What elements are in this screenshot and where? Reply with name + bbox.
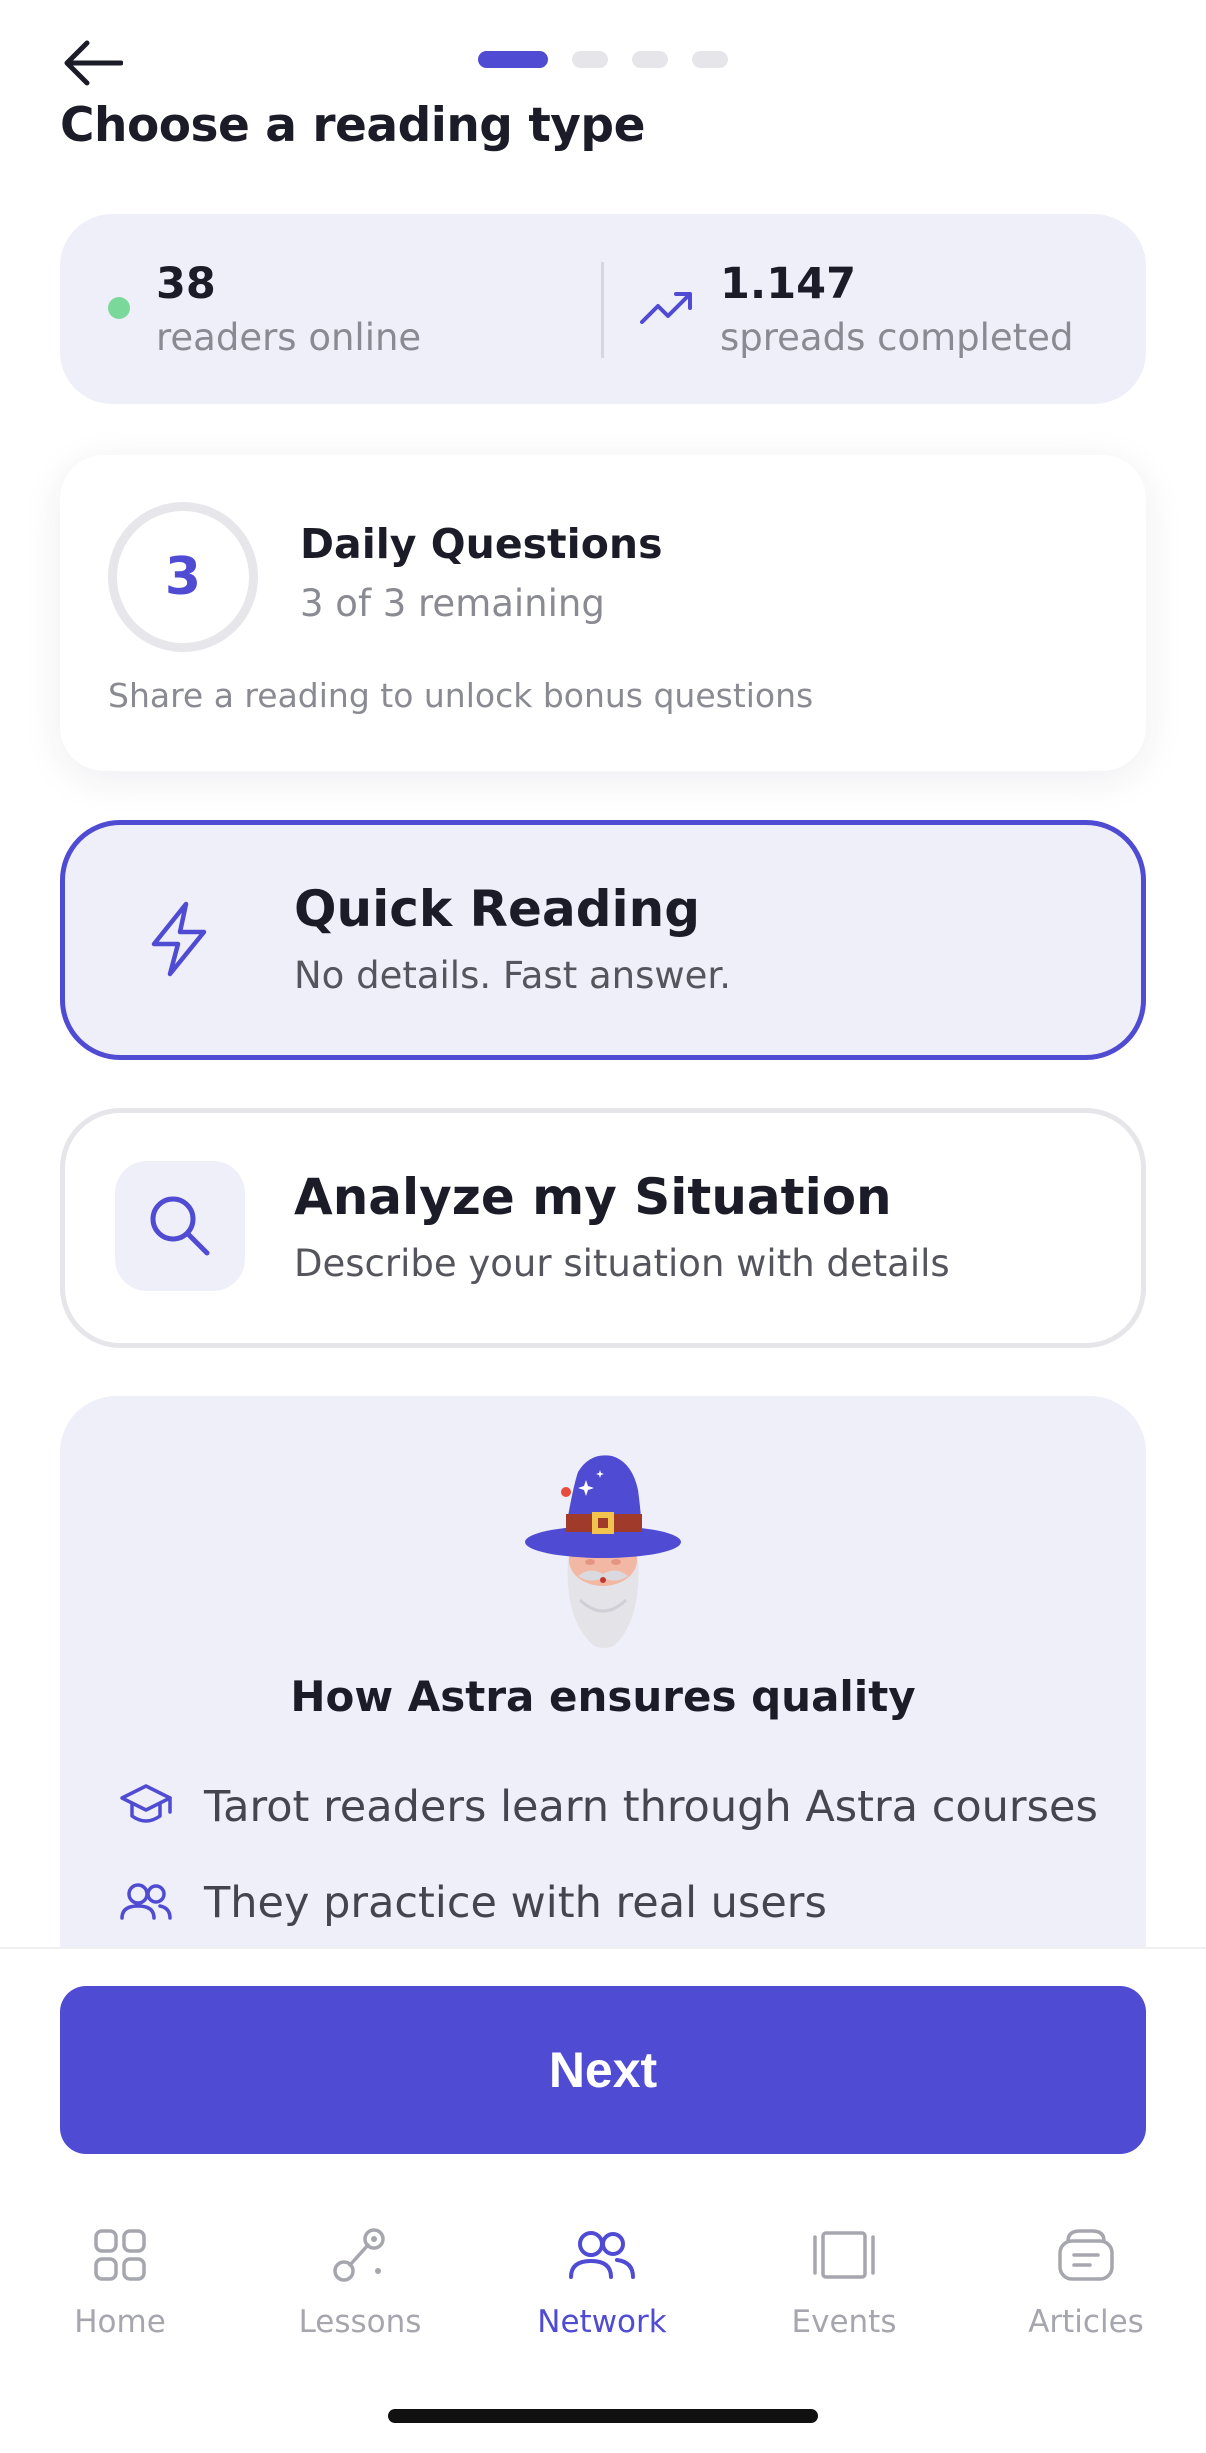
back-button[interactable] bbox=[60, 32, 126, 94]
events-icon bbox=[813, 2231, 875, 2279]
step-indicator bbox=[478, 51, 728, 68]
nav-label-articles: Articles bbox=[1028, 2304, 1144, 2340]
page-title: Choose a reading type bbox=[60, 98, 645, 153]
daily-questions-subtitle: 3 of 3 remaining bbox=[300, 582, 605, 625]
quick-reading-title: Quick Reading bbox=[294, 880, 701, 938]
nav-item-articles[interactable]: Articles bbox=[966, 2220, 1206, 2340]
questions-remaining-count: 3 bbox=[164, 547, 202, 607]
stats-divider bbox=[601, 262, 604, 358]
step-dot bbox=[572, 51, 608, 68]
trending-up-icon bbox=[640, 292, 692, 324]
lessons-path-icon bbox=[333, 2228, 385, 2282]
search-icon-box bbox=[115, 1161, 245, 1291]
network-users-icon bbox=[569, 2231, 635, 2279]
daily-questions-hint: Share a reading to unlock bonus question… bbox=[108, 676, 814, 715]
spreads-completed-label: spreads completed bbox=[720, 316, 1074, 359]
wizard-mascot-icon bbox=[525, 1455, 681, 1648]
step-dot-active bbox=[478, 51, 548, 68]
arrow-left-icon bbox=[64, 40, 123, 86]
spreads-completed-count: 1.147 bbox=[720, 259, 857, 309]
step-dot bbox=[632, 51, 668, 68]
daily-questions-title: Daily Questions bbox=[300, 520, 663, 568]
articles-icon bbox=[1058, 2229, 1114, 2281]
readers-online-count: 38 bbox=[156, 259, 216, 309]
users-icon bbox=[120, 1883, 172, 1920]
step-dot bbox=[692, 51, 728, 68]
online-indicator-icon bbox=[108, 297, 130, 319]
quick-reading-subtitle: No details. Fast answer. bbox=[294, 954, 731, 997]
nav-item-home[interactable]: Home bbox=[0, 2220, 240, 2340]
search-icon bbox=[150, 1196, 210, 1256]
quick-reading-option[interactable] bbox=[60, 820, 1146, 1060]
nav-label-network: Network bbox=[537, 2304, 667, 2340]
home-indicator bbox=[388, 2409, 818, 2423]
nav-label-home: Home bbox=[74, 2304, 166, 2340]
analyze-situation-subtitle: Describe your situation with details bbox=[294, 1242, 950, 1285]
analyze-situation-title: Analyze my Situation bbox=[294, 1168, 892, 1226]
nav-label-events: Events bbox=[791, 2304, 897, 2340]
home-grid-icon bbox=[94, 2229, 146, 2281]
quality-title: How Astra ensures quality bbox=[290, 1672, 916, 1721]
lightning-icon bbox=[151, 901, 207, 977]
readers-online-label: readers online bbox=[156, 316, 422, 359]
quality-item: Tarot readers learn through Astra course… bbox=[204, 1782, 1098, 1832]
quality-item: They practice with real users bbox=[204, 1878, 827, 1928]
graduation-cap-icon bbox=[120, 1784, 172, 1823]
nav-label-lessons: Lessons bbox=[298, 2304, 422, 2340]
nav-item-events[interactable]: Events bbox=[724, 2220, 964, 2340]
next-button[interactable]: Next bbox=[60, 1986, 1146, 2154]
nav-item-lessons[interactable]: Lessons bbox=[240, 2220, 480, 2340]
nav-item-network[interactable]: Network bbox=[482, 2220, 722, 2340]
